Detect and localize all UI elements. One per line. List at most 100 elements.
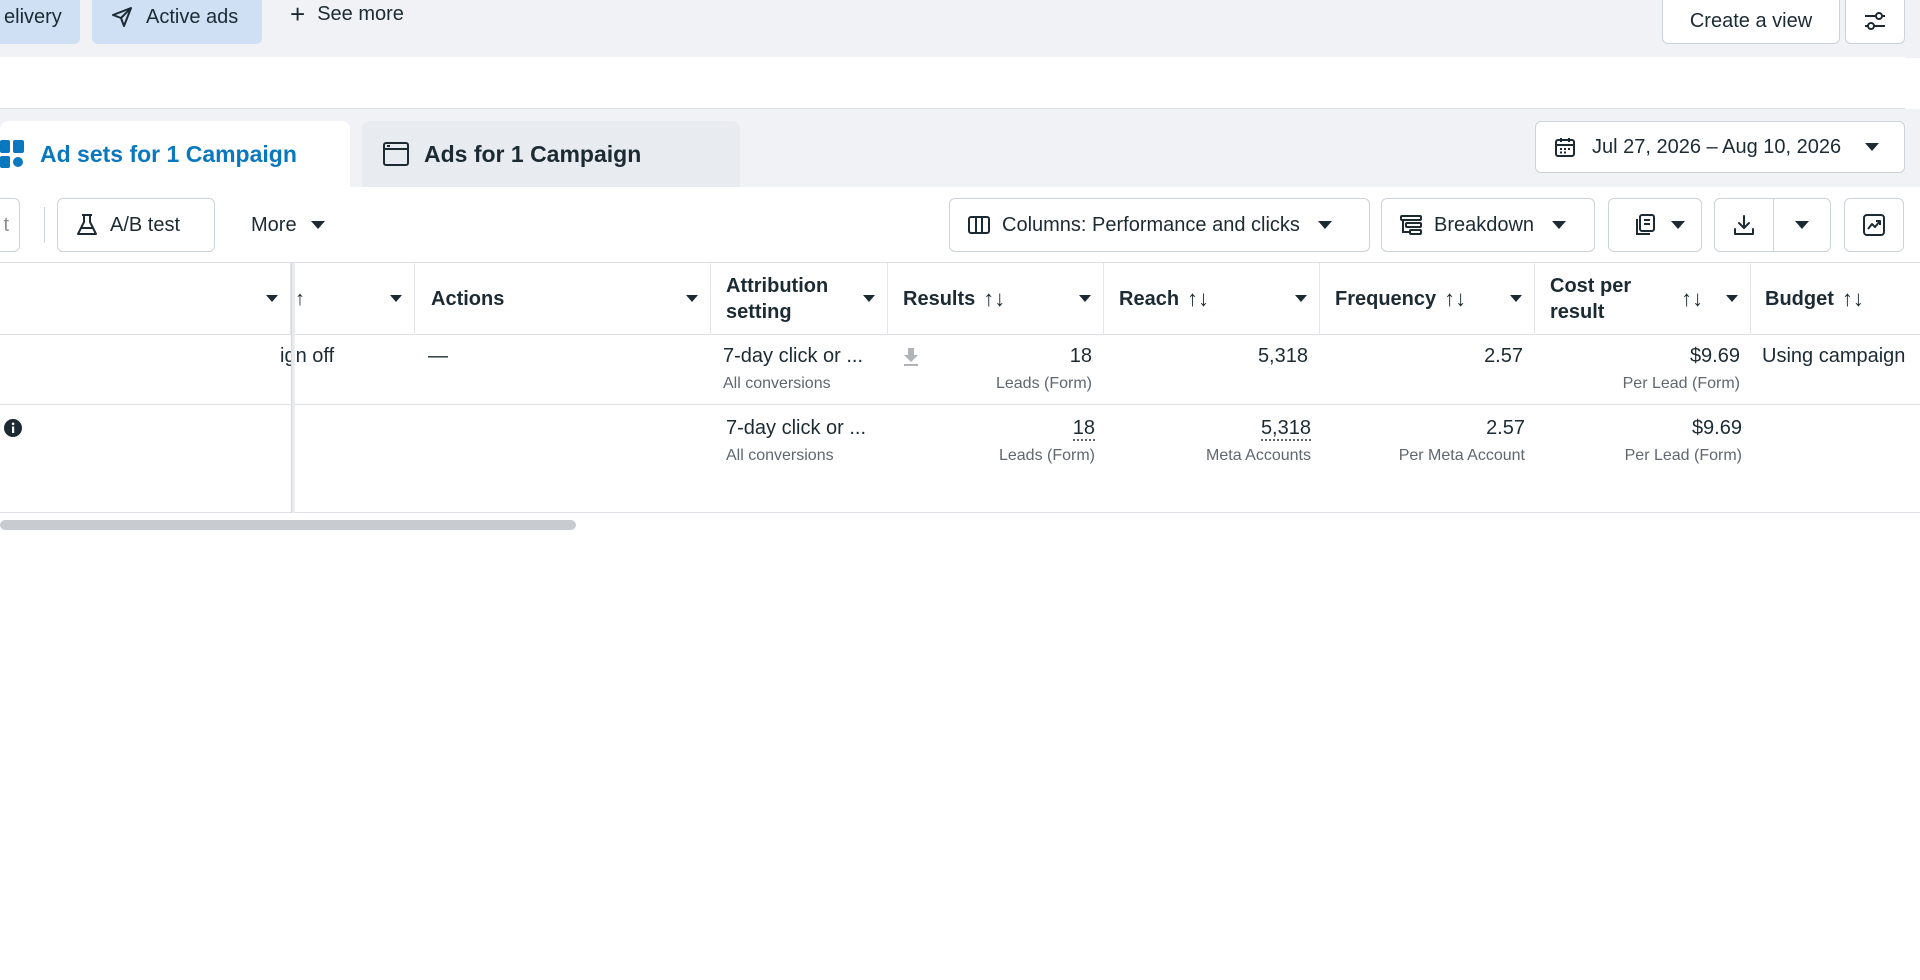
totals-attribution-sub: All conversions (726, 447, 834, 464)
tab-ads-label: Ads for 1 Campaign (424, 140, 642, 167)
more-button[interactable]: More (235, 198, 325, 252)
delivery-filter-label: elivery (4, 5, 62, 28)
send-icon (112, 7, 132, 27)
header-reach[interactable]: Reach ↑↓ (1104, 263, 1320, 335)
totals-reach[interactable]: 5,318 (1200, 417, 1311, 441)
chevron-down-icon (686, 295, 698, 302)
chevron-down-icon (1317, 221, 1332, 229)
header-results[interactable]: Results ↑↓ (888, 263, 1104, 335)
header-attribution-setting[interactable]: Attribution setting (711, 263, 888, 335)
chevron-down-icon (310, 221, 325, 229)
chevron-down-icon (1295, 295, 1307, 302)
row-results: 18 (1069, 345, 1092, 367)
info-icon[interactable] (4, 419, 22, 437)
header-attribution-label: Attribution setting (726, 273, 828, 325)
header-attribution-line2: setting (726, 301, 792, 323)
ad-sets-table: ↑ Actions Attribution setting Results ↑↓ … (0, 263, 1920, 513)
chevron-down-icon (1079, 295, 1091, 302)
download-icon[interactable] (902, 347, 920, 367)
columns-button[interactable]: Columns: Performance and clicks (949, 198, 1370, 252)
header-actions-label: Actions (431, 288, 505, 310)
header-bid-strategy[interactable]: ↑ (295, 263, 415, 335)
totals-results[interactable]: 18 (1040, 417, 1095, 441)
chevron-down-icon (1510, 295, 1522, 302)
ad-window-icon (383, 142, 409, 166)
header-name[interactable] (0, 263, 291, 335)
tab-ads[interactable]: Ads for 1 Campaign (362, 121, 740, 187)
export-button[interactable] (1715, 199, 1773, 251)
chevron-down-icon (390, 295, 402, 302)
chevron-down-icon (863, 295, 875, 302)
calendar-icon (1555, 138, 1575, 157)
totals-results-value: 18 (1072, 417, 1095, 441)
charts-button[interactable] (1844, 198, 1904, 252)
header-budget[interactable]: Budget ↑↓ (1751, 263, 1920, 335)
active-ads-filter-label: Active ads (146, 5, 239, 28)
breakdown-icon (1400, 215, 1422, 235)
totals-cost: $9.69 (1691, 417, 1742, 439)
header-cost-line2: result (1550, 301, 1605, 323)
search-filter-bar[interactable] (0, 57, 1905, 109)
header-cost-label: Cost per result (1550, 273, 1631, 325)
view-settings-button[interactable] (1845, 0, 1905, 44)
top-filter-bar: elivery Active ads + See more Create a v… (0, 0, 1920, 58)
download-icon (1733, 215, 1754, 235)
ad-sets-grid-icon (0, 140, 24, 168)
table-row[interactable]: ign off — 7-day click or ... All convers… (0, 335, 1920, 405)
sort-icon: ↑↓ (1444, 286, 1467, 311)
reports-button[interactable] (1608, 198, 1702, 252)
chevron-down-icon (1552, 221, 1567, 229)
totals-results-sub: Leads (Form) (998, 447, 1095, 464)
header-reach-label: Reach (1119, 288, 1180, 310)
edit-button[interactable]: t (0, 198, 20, 252)
sort-icon: ↑↓ (1841, 286, 1864, 311)
header-frequency-label: Frequency (1335, 288, 1437, 310)
table-toolbar: t A/B test More Columns: Performance and… (0, 187, 1920, 263)
more-label: More (251, 213, 297, 236)
sliders-icon (1865, 12, 1885, 30)
header-frequency[interactable]: Frequency ↑↓ (1320, 263, 1535, 335)
row-attribution: 7-day click or ... (723, 345, 864, 367)
create-view-button[interactable]: Create a view (1662, 0, 1840, 44)
horizontal-scrollbar[interactable] (0, 520, 576, 530)
chevron-down-icon (1794, 221, 1809, 229)
tab-ad-sets-label: Ad sets for 1 Campaign (40, 140, 297, 167)
tab-ad-sets[interactable]: Ad sets for 1 Campaign (0, 121, 350, 187)
reports-icon (1636, 214, 1655, 235)
totals-attribution: 7-day click or ... (726, 417, 867, 439)
breakdown-button[interactable]: Breakdown (1381, 198, 1595, 252)
sort-icon: ↑↓ (1681, 286, 1704, 311)
header-cost-line1: Cost per (1550, 275, 1632, 297)
date-range-picker[interactable]: Jul 27, 2026 – Aug 10, 2026 (1535, 121, 1905, 173)
row-cost-sub: Per Lead (Form) (1622, 375, 1740, 392)
row-budget: Using campaign (1762, 345, 1906, 367)
row-attribution-sub: All conversions (723, 375, 831, 392)
date-range-label: Jul 27, 2026 – Aug 10, 2026 (1592, 135, 1842, 158)
row-bid-strategy: ign off (280, 345, 335, 367)
chevron-down-icon (266, 295, 278, 302)
delivery-filter-pill[interactable]: elivery (0, 0, 80, 44)
header-attribution-line1: Attribution (726, 275, 829, 297)
sort-icon: ↑↓ (1187, 286, 1210, 311)
chevron-down-icon (1671, 221, 1685, 229)
totals-cost-sub: Per Lead (Form) (1624, 447, 1742, 464)
active-ads-filter-pill[interactable]: Active ads (92, 0, 262, 44)
chevron-down-icon (1726, 295, 1738, 302)
chevron-down-icon (1865, 143, 1880, 151)
ab-test-label: A/B test (110, 213, 181, 236)
row-results-sub: Leads (Form) (995, 375, 1092, 392)
see-more-button[interactable]: + See more (290, 0, 404, 28)
export-options-button[interactable] (1772, 199, 1831, 251)
breakdown-label: Breakdown (1434, 213, 1535, 236)
header-bid-strategy-label: ↑ (295, 288, 305, 310)
row-reach: 5,318 (1257, 345, 1308, 367)
row-frequency: 2.57 (1484, 345, 1523, 367)
frozen-column-divider[interactable] (291, 263, 295, 513)
ab-test-button[interactable]: A/B test (57, 198, 215, 252)
create-view-label: Create a view (1689, 9, 1813, 32)
header-actions[interactable]: Actions (415, 263, 711, 335)
header-results-label: Results (903, 288, 976, 310)
header-cost-per-result[interactable]: Cost per result ↑↓ (1535, 263, 1751, 335)
columns-label: Columns: Performance and clicks (1002, 213, 1300, 236)
totals-reach-sub: Meta Accounts (1206, 447, 1311, 464)
